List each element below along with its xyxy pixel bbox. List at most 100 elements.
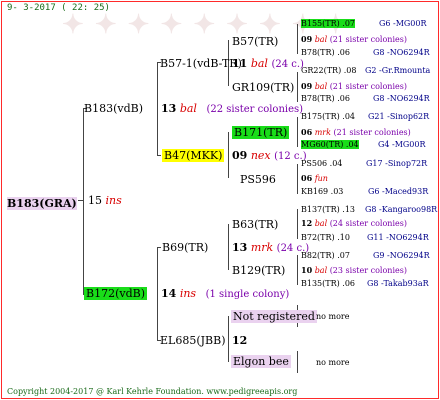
root-entry[interactable]: B183(GRA)	[7, 192, 77, 211]
g3-name-4[interactable]: PS596	[240, 173, 276, 186]
gf2-tag: mrk	[250, 241, 274, 254]
gf2-connector	[157, 247, 161, 248]
gf1-note: (24 c.)	[271, 59, 304, 70]
g4-right-5: G21 -Sinop62R	[368, 112, 430, 121]
g4-name-12[interactable]: B135(TR) .06	[301, 279, 355, 288]
g3-note-1: (21 sister colonies)	[329, 35, 407, 44]
g3-tag-1: bal	[314, 35, 328, 44]
g4-name-5[interactable]: B175(TR) .04	[301, 112, 355, 121]
g4-name-9[interactable]: B137(TR) .13	[301, 205, 355, 214]
g3-num-4: 06	[301, 173, 313, 183]
root-name[interactable]: B183(GRA)	[7, 197, 77, 210]
g3-info-3: 06 mrk (21 sister colonies)	[301, 127, 411, 137]
g4-name-4[interactable]: B78(TR) .06	[301, 94, 350, 103]
g3-name-8[interactable]: Elgon bee	[231, 355, 291, 368]
root-connector-stem	[78, 200, 84, 201]
g3-note-6: (23 sister colonies)	[329, 266, 407, 275]
father-info: 13 bal (22 sister colonies)	[161, 102, 303, 115]
g3-branch-5	[297, 209, 298, 239]
gm1-info: 09 nex (12 c.)	[232, 149, 307, 162]
g3-name-2[interactable]: GR109(TR)	[232, 81, 294, 94]
mother-num: 14	[161, 287, 177, 300]
g3-num-6: 10	[301, 265, 313, 275]
g3-note-3: (21 sister colonies)	[333, 128, 411, 137]
g4-name-1[interactable]: B155(TR) .07	[301, 19, 356, 28]
gf2-branch	[228, 224, 229, 270]
g3-info-2: 09 bal (21 sister colonies)	[301, 81, 407, 91]
g4-right-1: G6 -MG00R	[379, 19, 427, 28]
root-info: 15 ins	[88, 194, 122, 207]
g3-num-5: 12	[301, 218, 313, 228]
father-note: (22 sister colonies)	[206, 104, 304, 115]
mother-info: 14 ins (1 single colony)	[161, 287, 289, 300]
gm1-tag: nex	[250, 149, 271, 162]
root-tag: ins	[105, 194, 122, 207]
mother-name[interactable]: B172(vdB)	[84, 287, 148, 300]
gf2-name[interactable]: B69(TR)	[162, 241, 208, 254]
father-num: 13	[161, 102, 177, 115]
g4-name-6[interactable]: MG60(TR) .04	[301, 140, 359, 149]
g4-right-4: G8 -NO6294R	[373, 94, 430, 103]
father-branch	[157, 62, 158, 155]
g3-name-5[interactable]: B63(TR)	[232, 218, 278, 231]
g3-more-7: no more	[316, 312, 350, 321]
g3-note-2: (21 sister colonies)	[329, 82, 407, 91]
gf1-name[interactable]: B57-1(vdB-TR)	[160, 57, 242, 70]
g4-name-11[interactable]: B82(TR) .07	[301, 251, 350, 260]
g3-note-5: (24 sister colonies)	[329, 219, 407, 228]
gm2-branch	[228, 316, 229, 362]
gf1-num: 11	[232, 57, 248, 70]
g3-name-6[interactable]: B129(TR)	[232, 264, 285, 277]
pedigree-panel: ✦ ✦ ✦ ✦ ✦ ✦ ✦ ✦ ✦ 9- 3-2017 ( 22: 25) B1…	[1, 1, 439, 399]
footer-copyright: Copyright 2004-2017 @ Karl Kehrle Founda…	[7, 387, 298, 396]
gf2-info: 13 mrk (24 c.)	[232, 241, 309, 254]
gf2-num: 13	[232, 241, 248, 254]
g3-branch-8	[297, 351, 298, 373]
mother-branch	[157, 247, 158, 340]
gm2-name[interactable]: EL685(JBB)	[160, 334, 226, 347]
g4-right-2: G8 -NO6294R	[373, 48, 430, 57]
gm2-num: 12	[232, 334, 248, 347]
gf1-info: 11 bal (24 c.)	[232, 57, 304, 70]
g4-right-7: G17 -Sinop72R	[366, 159, 428, 168]
g3-num-1: 09	[301, 34, 313, 44]
g3-branch-3	[297, 117, 298, 147]
g3-branch-4	[297, 164, 298, 194]
g4-right-9: G8 -Kangaroo98R	[365, 205, 438, 214]
g4-name-8[interactable]: KB169 .03	[301, 187, 343, 196]
father-tag: bal	[179, 102, 197, 115]
g3-tag-2: bal	[314, 82, 328, 91]
gf1-tag: bal	[250, 57, 268, 70]
g4-right-6: G4 -MG00R	[378, 140, 426, 149]
g4-right-11: G9 -NO6294R	[373, 251, 430, 260]
g4-right-10: G11 -NO6294R	[367, 233, 429, 242]
g3-branch-2	[297, 72, 298, 102]
g4-name-3[interactable]: GR22(TR) .08	[301, 66, 356, 75]
g3-name-7[interactable]: Not registered	[231, 310, 317, 323]
g3-name-1[interactable]: B57(TR)	[232, 35, 278, 48]
gm1-connector	[157, 155, 161, 156]
g3-info-4: 06 fun	[301, 173, 328, 183]
g3-tag-4: fun	[314, 174, 328, 183]
g3-branch-6	[297, 255, 298, 285]
g3-info-6: 10 bal (23 sister colonies)	[301, 265, 407, 275]
g4-name-2[interactable]: B78(TR) .06	[301, 48, 350, 57]
g3-tag-3: mrk	[314, 128, 331, 137]
g3-info-5: 12 bal (24 sister colonies)	[301, 218, 407, 228]
g4-right-12: G8 -Takab93aR	[367, 279, 429, 288]
mother-note: (1 single colony)	[205, 289, 290, 300]
g3-name-3[interactable]: B171(TR)	[232, 126, 290, 139]
gm1-branch	[228, 132, 229, 178]
g3-tag-6: bal	[314, 266, 328, 275]
g4-right-3: G2 -Gr.Rmounta	[365, 66, 431, 75]
root-connector	[83, 108, 84, 294]
gm1-name[interactable]: B47(MKK)	[162, 149, 225, 162]
g3-info-1: 09 bal (21 sister colonies)	[301, 34, 407, 44]
root-num: 15	[88, 194, 102, 207]
g4-name-7[interactable]: PS506 .04	[301, 159, 342, 168]
g4-name-10[interactable]: B72(TR) .10	[301, 233, 350, 242]
date-stamp: 9- 3-2017 ( 22: 25)	[7, 3, 110, 13]
father-name[interactable]: B183(vdB)	[84, 102, 143, 115]
g3-branch-1	[297, 24, 298, 54]
g4-right-8: G6 -Maced93R	[368, 187, 429, 196]
